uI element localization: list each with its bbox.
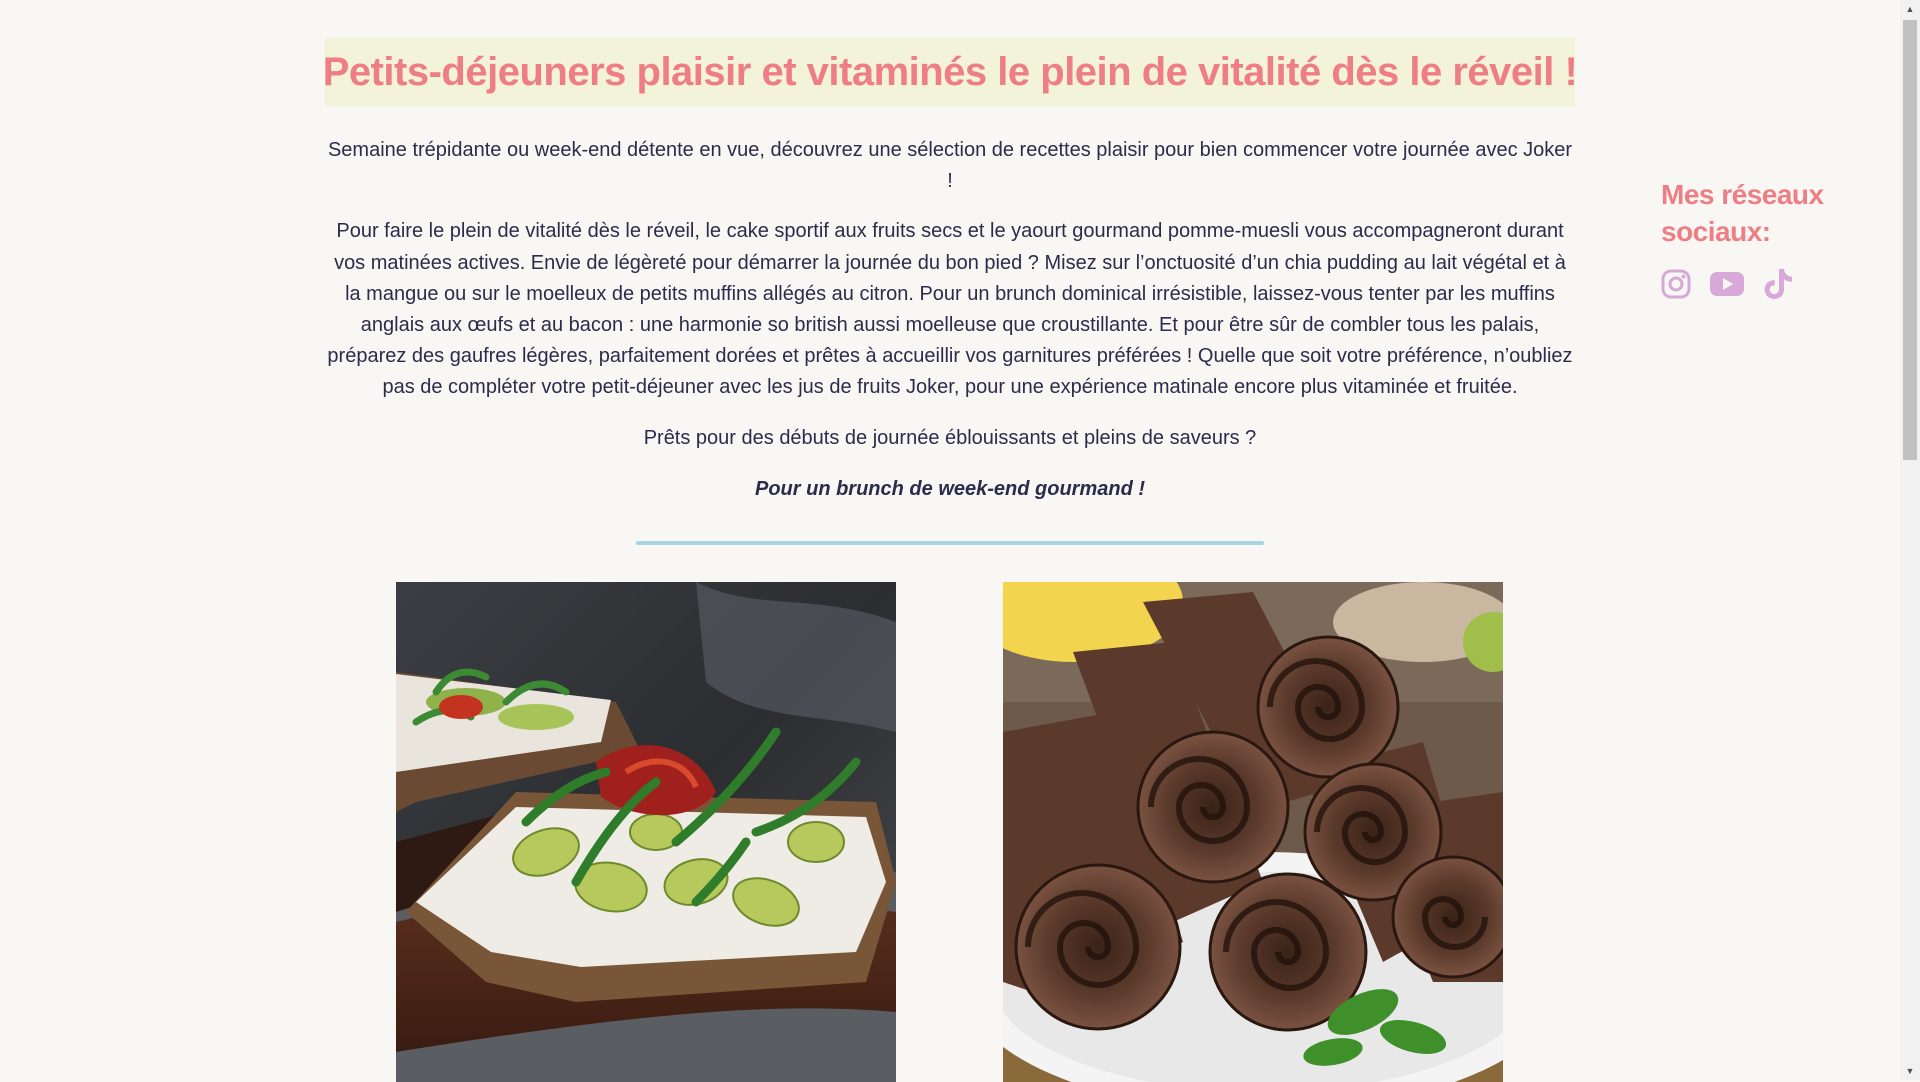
chocolate-crepes-photo[interactable] [1003,582,1503,1082]
page-title: Petits-déjeuners plaisir et vitaminés le… [322,49,1578,94]
avocado-toast-image [396,582,896,1082]
social-icon-list [1661,268,1861,300]
social-links: Mes réseaux sociaux: [1661,176,1861,300]
scrollbar-thumb[interactable] [1903,20,1917,460]
title-banner: Petits-déjeuners plaisir et vitaminés le… [322,38,1578,106]
vertical-scrollbar[interactable]: ▲ ▼ [1900,0,1920,1080]
youtube-icon[interactable] [1709,270,1745,298]
social-heading: Mes réseaux sociaux: [1661,179,1824,247]
body-paragraph: Pour faire le plein de vitalité dès le r… [327,220,1573,399]
intro-paragraph: Semaine trépidante ou week-end détente e… [327,139,1573,193]
scroll-up-arrow-icon[interactable]: ▲ [1900,0,1920,18]
avocado-toast-photo[interactable] [396,582,896,1082]
ready-paragraph: Prêts pour des débuts de journée éblouis… [643,426,1257,449]
tiktok-icon[interactable] [1763,268,1793,300]
instagram-icon[interactable] [1661,269,1691,299]
chocolate-crepes-image [1003,582,1503,1082]
article-content: Petits-déjeuners plaisir et vitaminés le… [322,38,1578,1082]
scroll-down-arrow-icon[interactable]: ▼ [1900,1062,1920,1080]
photo-row [325,582,1575,1082]
brunch-tagline: Pour un brunch de week-end gourmand ! [754,477,1146,500]
section-divider [636,541,1264,546]
